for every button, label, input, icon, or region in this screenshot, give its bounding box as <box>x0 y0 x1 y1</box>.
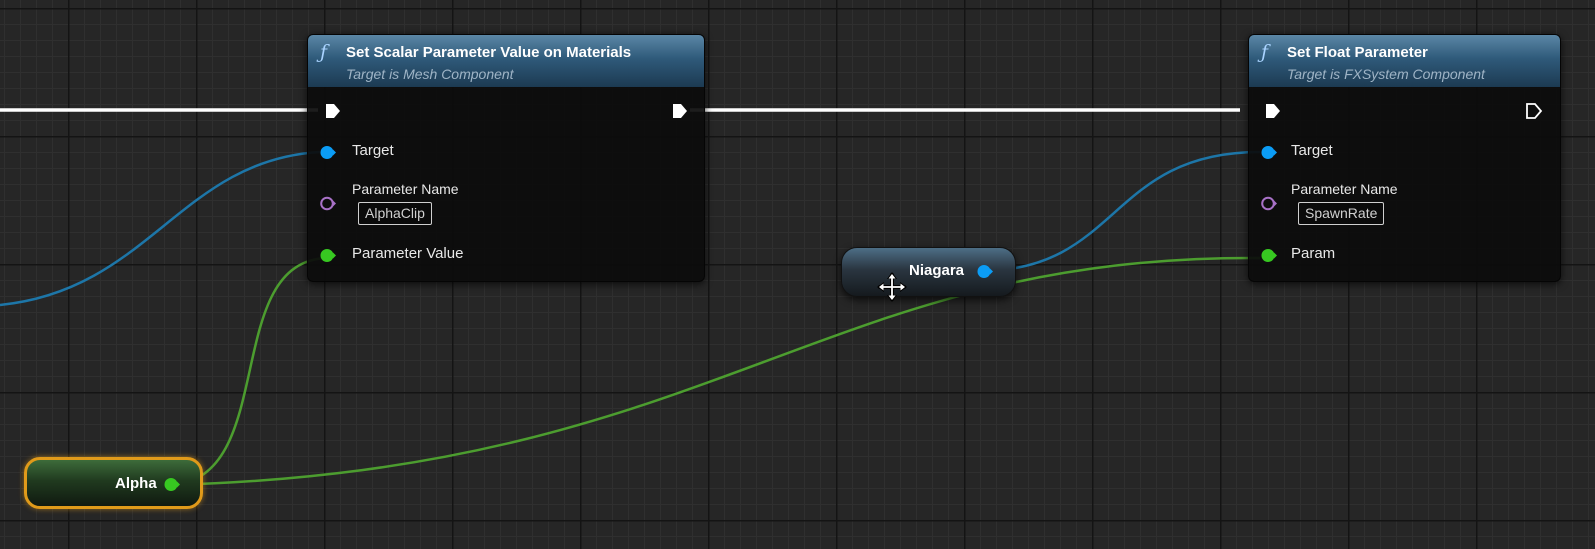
target-label: Target <box>1291 142 1333 159</box>
target-pin[interactable] <box>319 144 336 161</box>
float-wire-alpha-to-param-value[interactable] <box>169 256 329 487</box>
node-title: Set Float Parameter <box>1287 44 1428 61</box>
parameter-name-label: Parameter Name <box>352 181 459 197</box>
float-wire-alpha-to-param[interactable] <box>169 256 1261 487</box>
set-scalar-parameter-node[interactable]: ƒ Set Scalar Parameter Value on Material… <box>307 34 705 282</box>
param-pin[interactable] <box>1260 247 1277 264</box>
function-icon: ƒ <box>320 41 328 63</box>
alpha-variable-label: Alpha <box>115 475 157 492</box>
node-header[interactable]: ƒ Set Scalar Parameter Value on Material… <box>308 35 704 87</box>
alpha-variable-node[interactable]: Alpha <box>24 457 203 509</box>
niagara-output-pin[interactable] <box>976 263 993 280</box>
parameter-name-input[interactable]: AlphaClip <box>358 202 432 225</box>
move-cursor-icon <box>877 272 907 302</box>
parameter-name-input[interactable]: SpawnRate <box>1298 202 1385 225</box>
parameter-name-pin[interactable] <box>1260 195 1277 212</box>
node-header[interactable]: ƒ Set Float Parameter Target is FXSystem… <box>1249 35 1560 87</box>
param-label: Param <box>1291 245 1336 262</box>
target-label: Target <box>352 142 394 159</box>
exec-in-pin[interactable] <box>1264 102 1282 120</box>
parameter-value-pin[interactable] <box>319 247 336 264</box>
parameter-name-label: Parameter Name <box>1291 181 1398 197</box>
niagara-variable-label: Niagara <box>909 262 965 279</box>
niagara-variable-node[interactable]: Niagara <box>841 247 1016 297</box>
alpha-output-pin[interactable] <box>163 476 180 493</box>
exec-out-pin[interactable] <box>1525 102 1543 120</box>
node-title: Set Scalar Parameter Value on Materials <box>346 44 632 61</box>
set-float-parameter-node[interactable]: ƒ Set Float Parameter Target is FXSystem… <box>1248 34 1561 282</box>
parameter-name-pin[interactable] <box>319 195 336 212</box>
object-wire-to-mesh-target[interactable] <box>0 150 321 307</box>
object-wire-niagara-to-target[interactable] <box>984 150 1261 273</box>
parameter-value-label: Parameter Value <box>352 245 464 262</box>
node-subtitle: Target is FXSystem Component <box>1287 66 1485 82</box>
function-icon: ƒ <box>1261 41 1269 63</box>
exec-in-pin[interactable] <box>324 102 342 120</box>
target-pin[interactable] <box>1260 144 1277 161</box>
exec-out-pin[interactable] <box>671 102 689 120</box>
node-subtitle: Target is Mesh Component <box>346 66 514 82</box>
